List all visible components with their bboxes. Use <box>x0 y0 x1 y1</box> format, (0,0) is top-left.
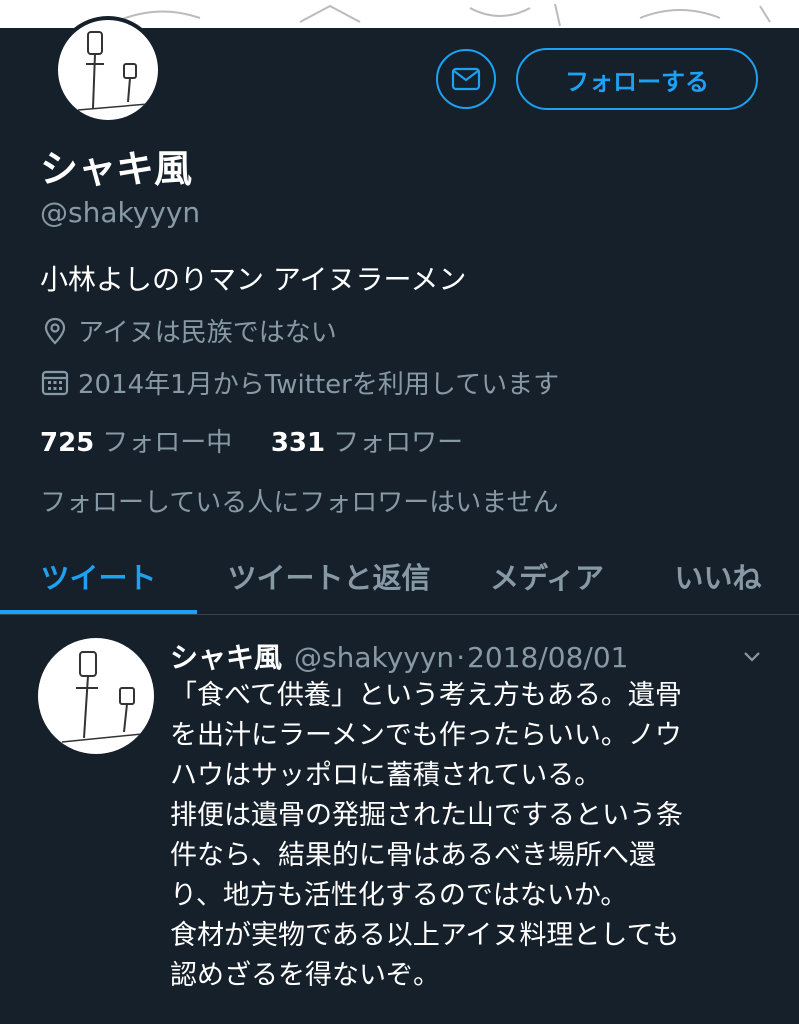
avatar-sketch-image <box>61 651 143 743</box>
tweet-text-line: 認めざるを得ないぞ。 <box>170 960 440 991</box>
profile-stats: 725 フォロー中 331 フォロワー <box>40 422 463 459</box>
followers-label: フォロワー <box>333 428 464 458</box>
tweet-text-line: 食材が実物である以上アイヌ料理としても <box>170 920 680 951</box>
profile-bio: 小林よしのりマン アイヌラーメン <box>40 263 467 296</box>
tweet-menu-chevron-down-icon[interactable] <box>738 642 766 670</box>
profile-avatar[interactable] <box>54 16 162 124</box>
profile-joined: 2014年1月からTwitterを利用しています <box>40 364 559 401</box>
envelope-icon <box>451 67 481 91</box>
message-button[interactable] <box>436 49 496 109</box>
location-pin-icon <box>40 316 70 346</box>
tweet-text-line: ハウはサッポロに蓄積されている。 <box>170 760 602 791</box>
tweet-text: 「食べて供養」という考え方もある。遺骨 を出汁にラーメンでも作ったらいい。ノウ … <box>170 676 770 996</box>
profile-handle: @shakyyyn <box>40 196 201 229</box>
tweet-author-handle[interactable]: @shakyyyn <box>294 641 454 674</box>
tweet-text-line: 件なら、結果的に骨はあるべき場所へ還 <box>170 840 656 871</box>
tab-tweets[interactable]: ツイート <box>0 540 197 612</box>
following-count: 725 <box>40 428 95 458</box>
followers-link[interactable]: 331 フォロワー <box>271 428 463 458</box>
following-link[interactable]: 725 フォロー中 <box>40 428 241 458</box>
avatar-sketch-image <box>77 31 149 111</box>
following-label: フォロー中 <box>102 428 233 458</box>
tab-likes[interactable]: いいね <box>648 540 788 612</box>
follow-button[interactable]: フォローする <box>516 48 758 110</box>
joined-text: 2014年1月からTwitterを利用しています <box>78 370 560 400</box>
tweet-date[interactable]: 2018/08/01 <box>467 641 628 674</box>
tweet-separator: · <box>456 641 466 674</box>
profile-display-name: シャキ風 <box>40 147 193 191</box>
tweet-text-line: 排便は遺骨の発掘された山でするという条 <box>170 800 683 831</box>
calendar-icon <box>40 368 70 398</box>
tweet-text-line: 「食べて供養」という考え方もある。遺骨 <box>170 680 682 711</box>
followers-count: 331 <box>270 428 326 458</box>
tweet-avatar[interactable] <box>38 638 154 754</box>
followers-you-know-note: フォローしている人にフォロワーはいません <box>40 488 559 518</box>
tweet-text-line: り、地方も活性化するのではないか。 <box>170 880 628 911</box>
profile-tabs: ツイート ツイートと返信 メディア いいね <box>0 540 799 615</box>
location-text: アイヌは民族ではない <box>78 318 337 348</box>
tweet-author-name[interactable]: シャキ風 <box>170 636 282 676</box>
profile-location: アイヌは民族ではない <box>40 312 337 349</box>
tab-media[interactable]: メディア <box>466 540 628 612</box>
tweet-text-line: を出汁にラーメンでも作ったらいい。ノウ <box>170 720 682 751</box>
active-tab-indicator <box>0 610 197 614</box>
tweet-header: シャキ風 @shakyyyn · 2018/08/01 <box>170 636 628 676</box>
tab-tweets-and-replies[interactable]: ツイートと返信 <box>205 540 453 612</box>
